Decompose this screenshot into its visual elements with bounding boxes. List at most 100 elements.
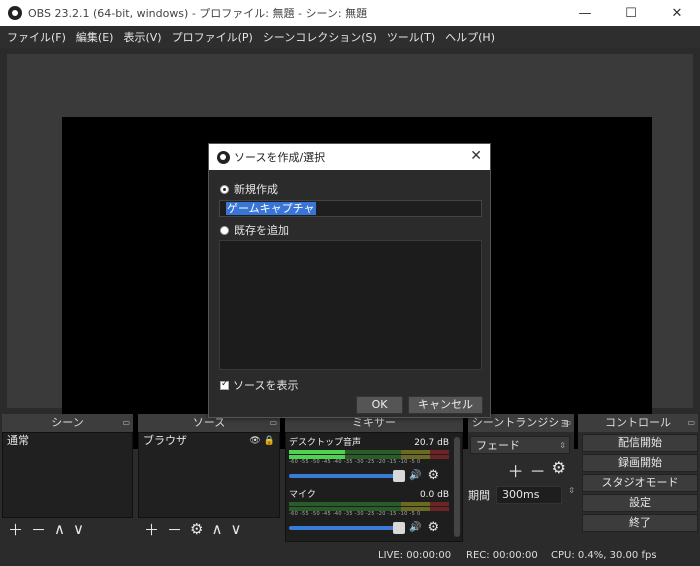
float-dock-icon[interactable]: ▭ [687, 414, 695, 432]
close-icon[interactable]: ✕ [470, 148, 482, 164]
move-down-button[interactable]: ∨ [230, 520, 241, 538]
scenes-list[interactable]: 通常 [2, 432, 133, 518]
start-recording-button[interactable]: 録画開始 [582, 454, 698, 472]
controls-dock: コントロール ▭ 配信開始 録画開始 スタジオモード 設定 終了 [578, 414, 698, 532]
create-source-dialog: ソースを作成/選択 ✕ 新規作成 ゲームキャプチャ 既存を追加 ソースを表示 O… [208, 143, 491, 418]
speaker-icon[interactable]: 🔊 [409, 522, 421, 533]
menu-bar: ファイル(F) 編集(E) 表示(V) プロファイル(P) シーンコレクション(… [0, 26, 700, 48]
duration-value: 300ms [502, 488, 540, 501]
duration-input[interactable]: 300ms ⇳ [496, 486, 575, 504]
studio-mode-button[interactable]: スタジオモード [582, 474, 698, 492]
list-item[interactable]: ブラウザ 👁 🔒 [139, 433, 279, 449]
create-new-label: 新規作成 [234, 183, 278, 196]
exit-button[interactable]: 終了 [582, 514, 698, 532]
show-source-option[interactable]: ソースを表示 [220, 377, 298, 393]
radio-create-new[interactable] [220, 184, 229, 194]
menu-profile[interactable]: プロファイル(P) [167, 29, 258, 45]
float-dock-icon[interactable]: ▭ [122, 414, 130, 432]
add-source-button[interactable]: ＋ [144, 519, 159, 540]
show-source-label: ソースを表示 [233, 379, 299, 392]
move-up-button[interactable]: ∧ [54, 520, 65, 538]
ok-button[interactable]: OK [356, 396, 403, 414]
menu-help[interactable]: ヘルプ(H) [440, 29, 500, 45]
lock-icon[interactable]: 🔒 [264, 433, 275, 449]
track-name: マイク [289, 490, 316, 500]
audio-meter [289, 450, 449, 454]
menu-tools[interactable]: ツール(T) [382, 29, 440, 45]
spinner-icon[interactable]: ⇳ [568, 487, 575, 495]
eye-icon[interactable]: 👁 [249, 433, 260, 449]
window-controls: — ☐ ✕ [562, 0, 700, 26]
sources-list[interactable]: ブラウザ 👁 🔒 [138, 432, 280, 518]
obs-logo-icon [217, 150, 230, 164]
scenes-toolbar: ＋ － ∧ ∨ [2, 518, 133, 540]
source-name: ブラウザ [143, 434, 187, 447]
list-item[interactable]: 通常 [3, 433, 132, 449]
window-titlebar: OBS 23.2.1 (64-bit, windows) - プロファイル: 無… [0, 0, 700, 26]
minimize-button[interactable]: — [562, 0, 608, 26]
transition-select[interactable]: フェード ⇳ [470, 436, 570, 454]
remove-source-button[interactable]: － [167, 519, 182, 540]
move-down-button[interactable]: ∨ [73, 520, 84, 538]
scenes-dock-title: シーン ▭ [2, 414, 133, 432]
controls-title-label: コントロール [605, 416, 671, 429]
float-dock-icon[interactable]: ▭ [563, 414, 571, 432]
maximize-button[interactable]: ☐ [608, 0, 654, 26]
dialog-title: ソースを作成/選択 [234, 151, 326, 164]
obs-logo-icon [8, 6, 22, 20]
meter-fill [289, 455, 345, 459]
show-source-checkbox[interactable] [220, 379, 229, 390]
mixer-track-mic: マイク 0.0 dB -60 -55 -50 -45 -40 -35 -30 -… [289, 489, 449, 535]
rec-status: REC: 00:00:00 [466, 550, 538, 561]
controls-dock-title: コントロール ▭ [578, 414, 698, 432]
status-bar: LIVE: 00:00:00 REC: 00:00:00 CPU: 0.4%, … [0, 546, 700, 566]
volume-slider[interactable] [289, 469, 405, 482]
dialog-titlebar: ソースを作成/選択 ✕ [209, 144, 490, 170]
slider-knob[interactable] [393, 521, 405, 534]
scrollbar[interactable] [454, 437, 460, 537]
move-up-button[interactable]: ∧ [211, 520, 222, 538]
menu-view[interactable]: 表示(V) [118, 29, 166, 45]
add-transition-button[interactable]: ＋ [508, 458, 524, 482]
sources-dock: ソース ▭ ブラウザ 👁 🔒 ＋ － ⚙ ∧ ∨ [138, 414, 280, 540]
meter-fill [289, 450, 345, 454]
cancel-button[interactable]: キャンセル [408, 396, 483, 414]
window-title: OBS 23.2.1 (64-bit, windows) - プロファイル: 無… [28, 7, 368, 20]
audio-meter [289, 507, 449, 511]
menu-scene-collection[interactable]: シーンコレクション(S) [258, 29, 382, 45]
duration-label: 期間 [468, 489, 490, 502]
gear-icon[interactable]: ⚙ [552, 458, 566, 482]
close-window-button[interactable]: ✕ [654, 0, 700, 26]
create-new-option[interactable]: 新規作成 [220, 181, 278, 197]
scenes-dock: シーン ▭ 通常 ＋ － ∧ ∨ [2, 414, 133, 540]
sources-toolbar: ＋ － ⚙ ∧ ∨ [138, 518, 280, 540]
audio-meter [289, 502, 449, 506]
add-scene-button[interactable]: ＋ [8, 519, 23, 540]
remove-scene-button[interactable]: － [31, 519, 46, 540]
start-streaming-button[interactable]: 配信開始 [582, 434, 698, 452]
slider-knob[interactable] [393, 469, 405, 482]
source-name-input[interactable]: ゲームキャプチャ [219, 200, 482, 217]
settings-button[interactable]: 設定 [582, 494, 698, 512]
menu-edit[interactable]: 編集(E) [71, 29, 119, 45]
gear-icon[interactable]: ⚙ [427, 468, 439, 483]
transitions-dock: シーントランジション ▭ フェード ⇳ ＋ － ⚙ 期間 300ms ⇳ [468, 414, 575, 504]
scenes-title-label: シーン [51, 416, 84, 429]
remove-transition-button[interactable]: － [530, 458, 546, 482]
add-existing-option[interactable]: 既存を追加 [220, 222, 289, 238]
transitions-toolbar: ＋ － ⚙ [468, 458, 574, 482]
gear-icon[interactable]: ⚙ [427, 520, 439, 535]
add-existing-label: 既存を追加 [234, 224, 289, 237]
mixer-track-desktop-audio: デスクトップ音声 20.7 dB -60 -55 -50 -45 -40 -35… [289, 437, 449, 483]
track-level: 20.7 dB [414, 438, 449, 448]
speaker-icon[interactable]: 🔊 [409, 470, 421, 481]
gear-icon[interactable]: ⚙ [190, 520, 203, 538]
track-name: デスクトップ音声 [289, 438, 362, 448]
existing-sources-list[interactable] [219, 240, 482, 370]
radio-add-existing[interactable] [220, 225, 229, 235]
scene-name: 通常 [7, 434, 29, 447]
volume-slider[interactable] [289, 521, 405, 534]
mixer-panel: デスクトップ音声 20.7 dB -60 -55 -50 -45 -40 -35… [285, 432, 463, 542]
track-level: 0.0 dB [419, 490, 449, 500]
menu-file[interactable]: ファイル(F) [2, 29, 71, 45]
